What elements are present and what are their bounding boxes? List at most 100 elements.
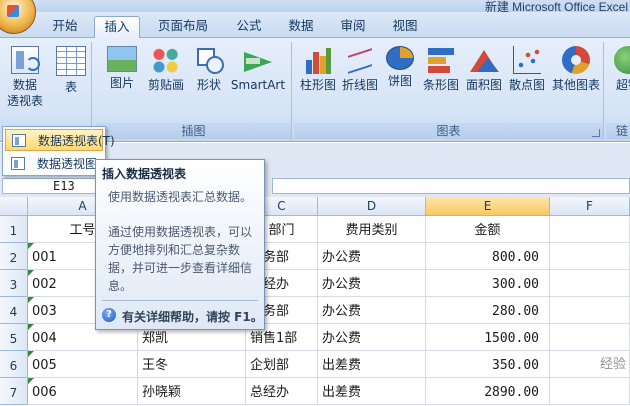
clipart-label: 剪贴画 bbox=[147, 78, 184, 92]
shapes-label: 形状 bbox=[196, 78, 221, 92]
column-chart-button[interactable]: 柱形图 bbox=[298, 44, 338, 93]
smartart-button[interactable]: SmartArt bbox=[230, 44, 286, 93]
pivot-table-icon bbox=[11, 46, 40, 74]
cell-f3[interactable] bbox=[550, 270, 630, 297]
cell-e7[interactable]: 2890.00 bbox=[426, 378, 550, 405]
cell-d5[interactable]: 办公费 bbox=[318, 324, 426, 351]
column-header-e[interactable]: E bbox=[426, 197, 550, 216]
tooltip-divider bbox=[102, 300, 258, 301]
hyperlink-button[interactable]: 超链 bbox=[610, 44, 630, 93]
cell-c6[interactable]: 企划部 bbox=[246, 351, 318, 378]
row-header[interactable]: 4 bbox=[0, 297, 28, 324]
cell-e6[interactable]: 350.00 bbox=[426, 351, 550, 378]
cell-b6[interactable]: 王冬 bbox=[138, 351, 246, 378]
cell-e3[interactable]: 300.00 bbox=[426, 270, 550, 297]
cell-c7[interactable]: 总经办 bbox=[246, 378, 318, 405]
clipart-button[interactable]: 剪贴画 bbox=[144, 44, 188, 93]
clipart-icon bbox=[152, 46, 180, 74]
row-header[interactable]: 5 bbox=[0, 324, 28, 351]
cell-d1[interactable]: 费用类别 bbox=[318, 216, 426, 243]
tab-insert[interactable]: 插入 bbox=[94, 16, 140, 39]
bar-chart-label: 条形图 bbox=[422, 78, 459, 92]
scatter-chart-button[interactable]: 散点图 bbox=[506, 44, 548, 93]
area-chart-button[interactable]: 面积图 bbox=[464, 44, 504, 93]
picture-button[interactable]: 图片 bbox=[102, 44, 142, 91]
bar-chart-button[interactable]: 条形图 bbox=[420, 44, 462, 93]
column-chart-icon bbox=[304, 46, 332, 74]
scatter-chart-icon bbox=[513, 46, 541, 74]
charts-dialog-launcher-icon[interactable] bbox=[592, 129, 600, 137]
menu-item-pivot-table-label: 数据透视表(T) bbox=[38, 134, 115, 148]
smartart-label: SmartArt bbox=[230, 78, 286, 92]
pie-chart-icon bbox=[386, 46, 414, 70]
hyperlink-label: 超链 bbox=[615, 78, 630, 92]
charts-group: 柱形图 折线图 饼图 条形图 面积图 散点图 其他图表 图表 bbox=[294, 42, 604, 140]
cell-f2[interactable] bbox=[550, 243, 630, 270]
cell-f1[interactable] bbox=[550, 216, 630, 243]
name-box-value: E13 bbox=[53, 179, 75, 193]
row-header[interactable]: 3 bbox=[0, 270, 28, 297]
cell-d2[interactable]: 办公费 bbox=[318, 243, 426, 270]
help-icon: ? bbox=[102, 308, 116, 322]
cell-a7[interactable]: 006 bbox=[28, 378, 138, 405]
cell-d6[interactable]: 出差费 bbox=[318, 351, 426, 378]
cell-a6[interactable]: 005 bbox=[28, 351, 138, 378]
pivot-table-icon bbox=[12, 134, 26, 147]
picture-icon bbox=[107, 46, 137, 72]
row-header[interactable]: 1 bbox=[0, 216, 28, 243]
links-group-label: 链 bbox=[606, 123, 630, 139]
cell-e4[interactable]: 280.00 bbox=[426, 297, 550, 324]
tooltip-title: 插入数据透视表 bbox=[102, 167, 187, 181]
table-button[interactable]: 表 bbox=[52, 44, 90, 95]
pivot-dropdown-menu: 数据透视表(T) 数据透视图 bbox=[2, 126, 115, 176]
cell-f7[interactable] bbox=[550, 378, 630, 405]
menu-item-pivot-table[interactable]: 数据透视表(T) bbox=[5, 129, 115, 151]
cell-d7[interactable]: 出差费 bbox=[318, 378, 426, 405]
column-header-f[interactable]: F bbox=[550, 197, 630, 216]
select-all-corner[interactable] bbox=[0, 197, 28, 216]
pivot-table-label: 数据 bbox=[12, 78, 37, 92]
smartart-icon bbox=[242, 46, 274, 74]
cell-f4[interactable] bbox=[550, 297, 630, 324]
tab-data[interactable]: 数据 bbox=[278, 16, 324, 38]
tab-page-layout[interactable]: 页面布局 bbox=[146, 16, 220, 38]
cell-f5[interactable] bbox=[550, 324, 630, 351]
column-header-d[interactable]: D bbox=[318, 197, 426, 216]
cell-e2[interactable]: 800.00 bbox=[426, 243, 550, 270]
other-charts-button[interactable]: 其他图表 bbox=[550, 44, 602, 93]
menu-item-pivot-chart-label: 数据透视图 bbox=[37, 157, 98, 171]
cell-e1[interactable]: 金额 bbox=[426, 216, 550, 243]
scatter-chart-label: 散点图 bbox=[508, 78, 545, 92]
cell-e5[interactable]: 1500.00 bbox=[426, 324, 550, 351]
row-header[interactable]: 6 bbox=[0, 351, 28, 378]
pivot-chart-icon bbox=[11, 157, 25, 170]
row-header[interactable]: 7 bbox=[0, 378, 28, 405]
shapes-icon bbox=[195, 46, 224, 74]
tab-review[interactable]: 审阅 bbox=[330, 16, 376, 38]
table-icon bbox=[56, 46, 86, 76]
illustrations-group-label: 插图 bbox=[96, 123, 291, 139]
shapes-button[interactable]: 形状 bbox=[192, 44, 226, 93]
tooltip-help-text: 有关详细帮助，请按 F1。 bbox=[122, 310, 263, 324]
watermark: 经验 bbox=[599, 357, 626, 372]
pie-chart-button[interactable]: 饼图 bbox=[384, 44, 416, 89]
area-chart-icon bbox=[469, 46, 499, 74]
pie-chart-label: 饼图 bbox=[387, 74, 412, 88]
line-chart-button[interactable]: 折线图 bbox=[340, 44, 380, 93]
formula-input[interactable] bbox=[272, 178, 630, 194]
row-header[interactable]: 2 bbox=[0, 243, 28, 270]
cell-b7[interactable]: 孙晓颖 bbox=[138, 378, 246, 405]
tab-formulas[interactable]: 公式 bbox=[226, 16, 272, 38]
pivot-table-button[interactable]: 数据 透视表 bbox=[2, 44, 48, 109]
tab-view[interactable]: 视图 bbox=[382, 16, 428, 38]
pivot-table-label-2: 透视表 bbox=[6, 94, 43, 108]
line-chart-icon bbox=[346, 46, 374, 74]
cell-d4[interactable]: 办公费 bbox=[318, 297, 426, 324]
picture-label: 图片 bbox=[109, 76, 134, 90]
menu-item-pivot-chart[interactable]: 数据透视图 bbox=[5, 153, 103, 175]
other-charts-icon bbox=[562, 46, 590, 74]
cell-d3[interactable]: 办公费 bbox=[318, 270, 426, 297]
tab-home[interactable]: 开始 bbox=[42, 16, 88, 38]
pivot-table-tooltip: 插入数据透视表 使用数据透视表汇总数据。 通过使用数据透视表，可以方便地排列和汇… bbox=[95, 159, 265, 330]
ribbon-tab-bar: 开始 插入 页面布局 公式 数据 审阅 视图 bbox=[0, 12, 630, 39]
